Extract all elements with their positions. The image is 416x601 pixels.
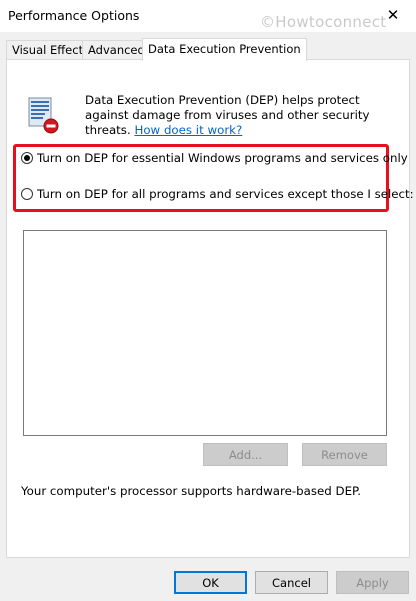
dep-shield-icon [28,97,59,134]
ok-button[interactable]: OK [174,571,247,594]
how-does-it-work-link[interactable]: How does it work? [134,123,242,137]
radio-all-programs[interactable]: Turn on DEP for all programs and service… [21,187,414,201]
radio-label-essential: Turn on DEP for essential Windows progra… [37,151,408,165]
tab-advanced[interactable]: Advanced [82,40,151,59]
performance-options-window: Performance Options ©Howtoconnect ✕ Visu… [0,0,416,601]
title-bar: Performance Options ©Howtoconnect ✕ [0,0,416,32]
add-button[interactable]: Add... [203,443,288,466]
radio-button-checked[interactable] [21,152,33,164]
tab-strip: Visual Effects Advanced Data Execution P… [6,38,410,61]
radio-button-unchecked[interactable] [21,188,33,200]
radio-label-all: Turn on DEP for all programs and service… [37,187,414,201]
dep-tab-panel: Data Execution Prevention (DEP) helps pr… [6,59,414,558]
window-title: Performance Options [8,8,140,23]
radio-essential-programs[interactable]: Turn on DEP for essential Windows progra… [21,151,408,165]
close-icon: ✕ [386,6,400,24]
cancel-button[interactable]: Cancel [255,571,328,594]
close-button[interactable]: ✕ [370,0,416,30]
dep-status-text: Your computer's processor supports hardw… [21,484,362,498]
apply-button[interactable]: Apply [336,571,409,594]
exception-program-list[interactable] [23,230,387,436]
tab-data-execution-prevention[interactable]: Data Execution Prevention [142,38,307,61]
dep-description: Data Execution Prevention (DEP) helps pr… [85,93,385,138]
watermark: ©Howtoconnect [260,13,387,31]
remove-button[interactable]: Remove [302,443,387,466]
